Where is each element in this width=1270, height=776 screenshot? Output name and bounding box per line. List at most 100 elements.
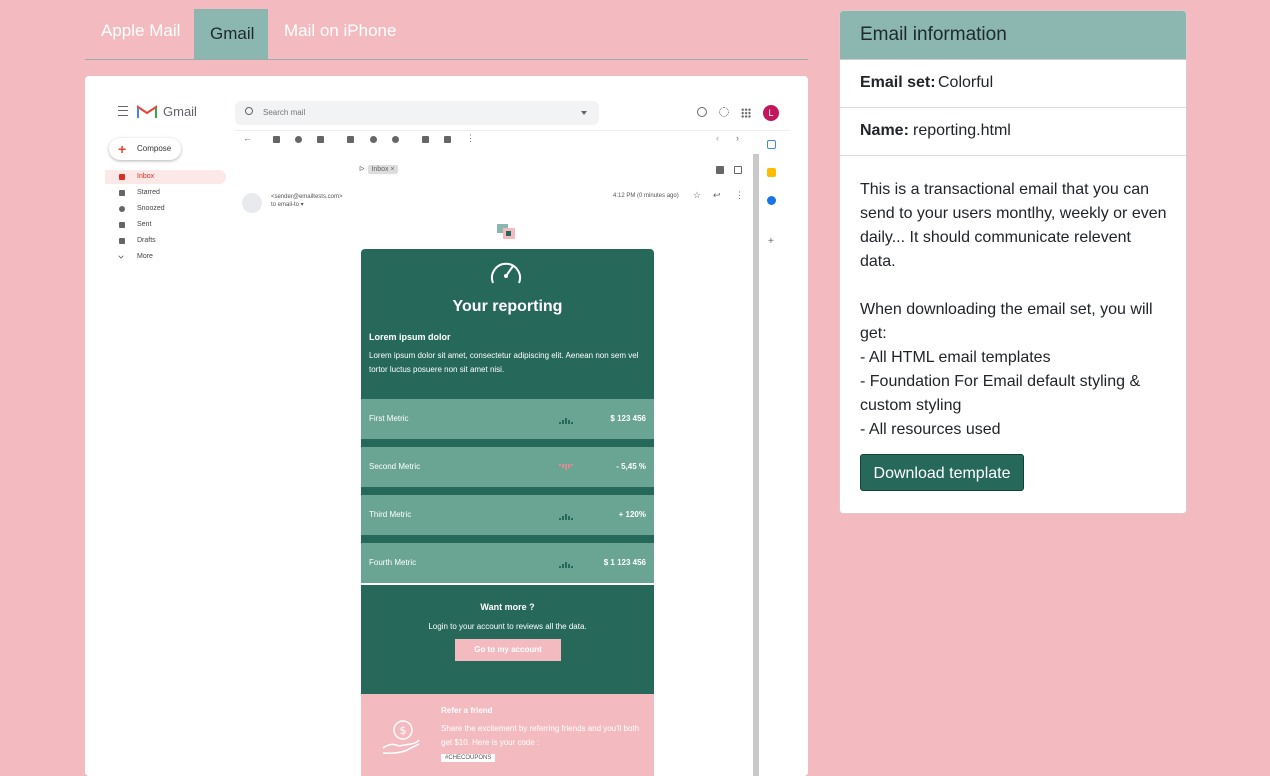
task-icon[interactable] bbox=[392, 136, 399, 143]
metric-name: First Metric bbox=[369, 414, 409, 423]
more-vert-icon[interactable]: ⋮ bbox=[735, 190, 744, 201]
inbox-icon bbox=[119, 174, 125, 180]
trend-down-icon bbox=[559, 464, 573, 470]
trend-up-icon bbox=[559, 514, 573, 520]
email-set-row: Email set: Colorful bbox=[840, 60, 1186, 108]
lead-heading: Lorem ipsum dolor bbox=[369, 332, 451, 342]
trend-up-icon bbox=[559, 418, 573, 424]
metric-row: Fourth Metric $ 1 123 456 bbox=[361, 543, 654, 583]
email-set-value: Colorful bbox=[938, 74, 994, 91]
chevron-left-icon[interactable]: ‹ bbox=[716, 133, 719, 143]
metric-name: Third Metric bbox=[369, 510, 412, 519]
refer-section: $ Refer a friend Share the excitement by… bbox=[361, 694, 654, 776]
sidebar-item-label: Sent bbox=[137, 221, 152, 228]
folder-icon[interactable] bbox=[422, 136, 429, 143]
metric-spacer bbox=[361, 439, 654, 447]
reply-icon[interactable]: ↩ bbox=[713, 190, 721, 201]
menu-icon bbox=[118, 106, 128, 116]
email-title: Your reporting bbox=[452, 298, 563, 315]
email-preview: Gmail Search mail L ← ⋮ ‹ › + Compose In… bbox=[85, 76, 808, 776]
compose-button[interactable]: + Compose bbox=[109, 138, 181, 160]
clock-icon[interactable] bbox=[370, 136, 377, 143]
sidebar-item-label: More bbox=[137, 253, 153, 260]
search-icon bbox=[245, 107, 253, 115]
label-icon: ᐅ bbox=[359, 166, 365, 173]
download-template-button[interactable]: Download template bbox=[860, 454, 1024, 491]
message-time: 4:12 PM (0 minutes ago) bbox=[613, 193, 679, 199]
lead-body: Lorem ipsum dolor sit amet, consectetur … bbox=[369, 351, 639, 374]
sidebar-item-label: Inbox bbox=[137, 173, 155, 180]
star-icon[interactable]: ☆ bbox=[693, 190, 701, 201]
sidebar-item-snoozed[interactable]: Snoozed bbox=[105, 202, 226, 216]
help-icon[interactable] bbox=[697, 107, 707, 117]
download-item: - All HTML email templates bbox=[860, 349, 1051, 366]
metric-row: Second Metric - 5,45 % bbox=[361, 447, 654, 487]
trash-icon[interactable] bbox=[317, 136, 324, 143]
chevron-down-icon bbox=[118, 253, 124, 259]
referral-code: #CHECOUPONS bbox=[441, 754, 496, 762]
gmail-logo-icon bbox=[137, 105, 157, 118]
open-new-window-icon[interactable] bbox=[734, 166, 742, 174]
plus-icon: + bbox=[118, 141, 127, 157]
preview-tabs: Apple Mail Gmail Mail on iPhone bbox=[85, 9, 808, 60]
tab-mail-on-iphone[interactable]: Mail on iPhone bbox=[268, 9, 412, 59]
coin-hand-icon: $ bbox=[382, 720, 420, 754]
sidebar-item-more[interactable]: More bbox=[105, 250, 226, 264]
recipient-line[interactable]: to email-to ▾ bbox=[271, 201, 342, 209]
calendar-icon[interactable] bbox=[767, 140, 776, 149]
compose-label: Compose bbox=[137, 144, 172, 153]
search-placeholder: Search mail bbox=[263, 108, 306, 117]
go-to-account-button[interactable]: Go to my account bbox=[455, 639, 561, 661]
clock-icon bbox=[119, 206, 125, 212]
tab-apple-mail[interactable]: Apple Mail bbox=[85, 9, 196, 59]
metric-name: Second Metric bbox=[369, 462, 421, 471]
print-icon[interactable] bbox=[716, 166, 724, 174]
metric-spacer bbox=[361, 535, 654, 543]
keep-icon[interactable] bbox=[767, 168, 776, 177]
mail-icon[interactable] bbox=[347, 136, 354, 143]
metric-value: $ 1 123 456 bbox=[603, 558, 646, 567]
card-title: Email information bbox=[860, 24, 1007, 45]
gear-icon[interactable] bbox=[719, 107, 729, 117]
metric-value: $ 123 456 bbox=[610, 414, 646, 423]
metric-value: + 120% bbox=[618, 510, 646, 519]
chevron-down-icon bbox=[581, 111, 587, 115]
name-value: reporting.html bbox=[913, 122, 1011, 139]
label-icon[interactable] bbox=[444, 136, 451, 143]
email-set-label: Email set: bbox=[860, 74, 936, 91]
plus-icon[interactable]: + bbox=[768, 236, 774, 247]
send-icon bbox=[119, 222, 125, 228]
report-icon[interactable] bbox=[295, 136, 302, 143]
svg-text:$: $ bbox=[400, 724, 407, 737]
metric-value: - 5,45 % bbox=[616, 462, 646, 471]
speedometer-icon bbox=[491, 262, 521, 284]
scrollbar[interactable] bbox=[753, 154, 759, 776]
brand-logo-icon bbox=[497, 224, 515, 239]
name-row: Name: reporting.html bbox=[840, 108, 1186, 156]
chevron-right-icon[interactable]: › bbox=[736, 133, 739, 143]
cta-heading: Want more ? bbox=[480, 602, 535, 612]
archive-icon[interactable] bbox=[273, 136, 280, 143]
name-label: Name: bbox=[860, 122, 909, 139]
metric-spacer bbox=[361, 487, 654, 495]
metric-row: First Metric $ 123 456 bbox=[361, 399, 654, 439]
divider bbox=[235, 130, 790, 131]
sidebar-item-drafts[interactable]: Drafts bbox=[105, 234, 226, 248]
sidebar-item-label: Starred bbox=[137, 189, 160, 196]
tab-gmail[interactable]: Gmail bbox=[194, 9, 268, 59]
tasks-icon[interactable] bbox=[767, 196, 776, 205]
avatar[interactable]: L bbox=[763, 105, 779, 121]
sidebar-item-starred[interactable]: Starred bbox=[105, 186, 226, 200]
inbox-chip[interactable]: Inbox × bbox=[368, 165, 398, 174]
apps-grid-icon[interactable] bbox=[741, 108, 751, 118]
metric-name: Fourth Metric bbox=[369, 558, 417, 567]
star-icon bbox=[119, 190, 125, 196]
card-header: Email information bbox=[840, 11, 1186, 60]
sidebar-item-sent[interactable]: Sent bbox=[105, 218, 226, 232]
search-input[interactable]: Search mail bbox=[235, 101, 599, 125]
back-arrow-icon[interactable]: ← bbox=[243, 133, 252, 143]
more-vert-icon[interactable]: ⋮ bbox=[466, 133, 475, 144]
subject-line: ᐅ Inbox × bbox=[359, 165, 398, 174]
email-body: Your reporting Lorem ipsum dolor Lorem i… bbox=[361, 249, 654, 776]
sidebar-item-inbox[interactable]: Inbox bbox=[105, 170, 226, 184]
